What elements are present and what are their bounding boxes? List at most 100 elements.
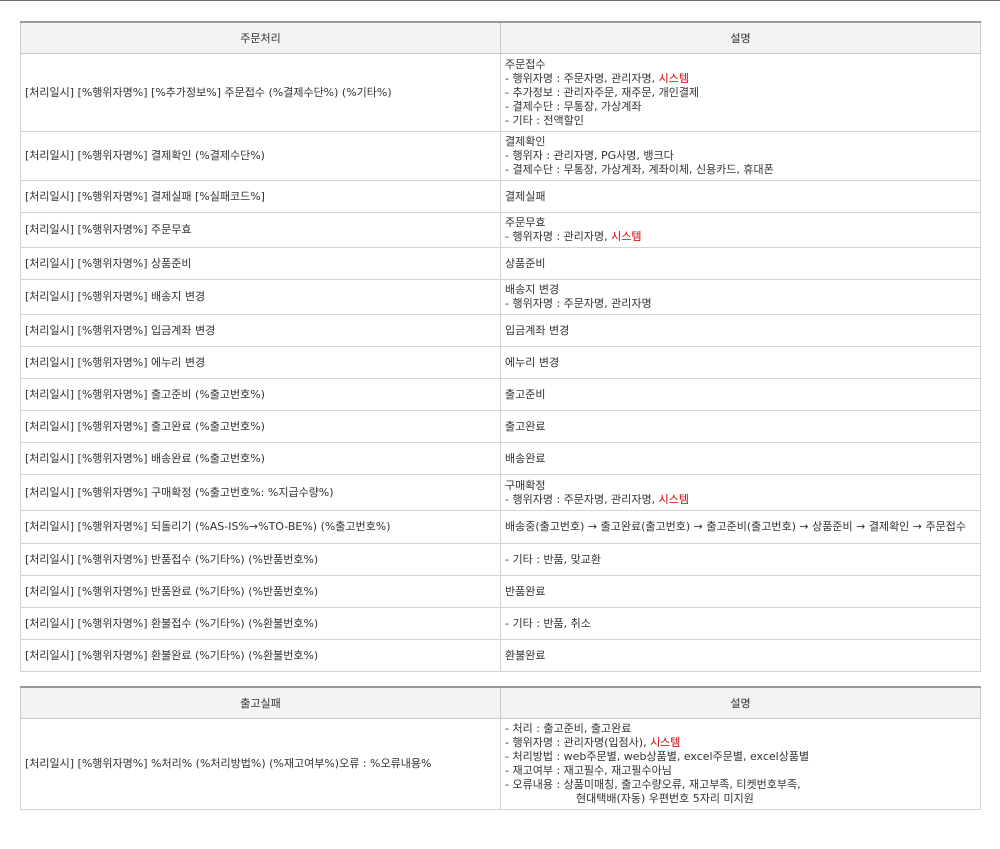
description-line: 출고완료 [505, 420, 976, 434]
description-text: - 결제수단 : 무통장, 가상계좌 [505, 99, 642, 113]
table-row: [처리일시] [%행위자명%] 반품완료 (%기타%) (%반품번호%) 반품완료 [20, 575, 981, 608]
description-cell: 구매확정 - 행위자명 : 주문자명, 관리자명, 시스템 [500, 474, 981, 511]
table-row: [처리일시] [%행위자명%] 주문무효 주문무효 - 행위자명 : 관리자명, 시… [20, 212, 981, 248]
description-text: - 추가정보 : 관리자주문, 재주문, 개인결제 [505, 85, 700, 99]
format-cell: [처리일시] [%행위자명%] 결제실패 [%실패코드%] [20, 180, 501, 213]
header-order-process: 주문처리 [20, 21, 501, 54]
table-row: [처리일시] [%행위자명%] 결제실패 [%실패코드%] 결제실패 [20, 180, 981, 213]
description-line: - 재고여부 : 재고필수, 재고필수아님 [505, 764, 976, 778]
shipping-failure-table: 출고실패 설명 [처리일시] [%행위자명%] %처리% (%처리방법%) (%… [20, 686, 981, 810]
description-cell: 주문접수 - 행위자명 : 주문자명, 관리자명, 시스템 - 추가정보 : 관리자… [500, 53, 981, 132]
order-process-table: 주문처리 설명 [처리일시] [%행위자명%] [%추가정보%] 주문접수 (%… [20, 21, 981, 672]
description-text: 입금계좌 변경 [505, 323, 570, 337]
table-header-row: 출고실패 설명 [20, 686, 981, 719]
format-cell: [처리일시] [%행위자명%] 주문무효 [20, 212, 501, 248]
description-line: 배송완료 [505, 452, 976, 466]
description-line: - 행위자명 : 주문자명, 관리자명 [505, 297, 976, 311]
description-line: 주문무효 [505, 216, 976, 230]
description-line: - 행위자 : 관리자명, PG사명, 뱅크다 [505, 149, 976, 163]
description-text: 배송중(출고번호) → 출고완료(출고번호) → 출고준비(출고번호) → 상품… [505, 520, 966, 533]
description-text: - 행위자명 : 주문자명, 관리자명 [505, 297, 652, 310]
description-cell: - 기타 : 반품, 취소 [500, 607, 981, 640]
description-text: - 기타 : 반품, 맞교환 [505, 552, 601, 566]
description-line: 주문접수 [505, 58, 976, 72]
description-line: 환불완료 [505, 649, 976, 663]
description-cell: 환불완료 [500, 639, 981, 672]
description-text: - 기타 : 반품, 취소 [505, 616, 591, 630]
description-line: - 처리방법 : web주문별, web상품별, excel주문별, excel… [505, 750, 976, 764]
description-text: - 행위자 : 관리자명, PG사명, 뱅크다 [505, 149, 674, 162]
format-cell: [처리일시] [%행위자명%] 배송지 변경 [20, 279, 501, 315]
description-cell: 출고완료 [500, 410, 981, 443]
format-cell: [처리일시] [%행위자명%] 환불접수 (%기타%) (%환불번호%) [20, 607, 501, 640]
table-row: [처리일시] [%행위자명%] 환불접수 (%기타%) (%환불번호%) - 기타… [20, 607, 981, 640]
description-line: 상품준비 [505, 257, 976, 271]
format-cell: [처리일시] [%행위자명%] 상품준비 [20, 247, 501, 280]
description-text: 배송완료 [505, 451, 546, 465]
description-line: - 추가정보 : 관리자주문, 재주문, 개인결제 [505, 86, 976, 100]
description-text: - 처리방법 : web주문별, web상품별, excel주문별, excel… [505, 750, 810, 763]
description-cell: 출고준비 [500, 378, 981, 411]
table-row: [처리일시] [%행위자명%] 반품접수 (%기타%) (%반품번호%) - 기타… [20, 543, 981, 576]
description-text: 결제확인 [505, 135, 546, 148]
description-text: - 재고여부 : 재고필수, 재고필수아님 [505, 764, 672, 777]
description-line: - 처리 : 출고준비, 출고완료 [505, 722, 976, 736]
system-highlight: 시스템 [650, 736, 681, 749]
format-cell: [처리일시] [%행위자명%] %처리% (%처리방법%) (%재고여부%)오류… [20, 718, 501, 810]
description-cell: 주문무효 - 행위자명 : 관리자명, 시스템 [500, 212, 981, 248]
system-highlight: 시스템 [658, 71, 689, 85]
format-cell: [처리일시] [%행위자명%] 에누리 변경 [20, 346, 501, 379]
description-cell: 결제확인 - 행위자 : 관리자명, PG사명, 뱅크다 - 결제수단 : 무통장,… [500, 131, 981, 181]
table-row: [처리일시] [%행위자명%] 상품준비 상품준비 [20, 247, 981, 280]
description-cell: 입금계좌 변경 [500, 314, 981, 347]
description-line: - 결제수단 : 무통장, 가상계좌 [505, 100, 976, 114]
table-row: [처리일시] [%행위자명%] %처리% (%처리방법%) (%재고여부%)오류… [20, 718, 981, 810]
description-text: 주문접수 [505, 57, 546, 71]
description-cell: - 기타 : 반품, 맞교환 [500, 543, 981, 576]
table-row: [처리일시] [%행위자명%] 출고준비 (%출고번호%) 출고준비 [20, 378, 981, 411]
description-line: 배송지 변경 [505, 283, 976, 297]
table-row: [처리일시] [%행위자명%] 입금계좌 변경 입금계좌 변경 [20, 314, 981, 347]
description-line: - 기타 : 반품, 맞교환 [505, 553, 976, 567]
system-highlight: 시스템 [658, 492, 689, 506]
description-line: 배송중(출고번호) → 출고완료(출고번호) → 출고준비(출고번호) → 상품… [505, 520, 976, 534]
description-text: 반품완료 [505, 584, 546, 598]
description-line: - 오류내용 : 상품미매칭, 출고수량오류, 재고부족, 티켓번호부족, [505, 778, 976, 792]
description-text: 출고완료 [505, 419, 546, 433]
description-text: 결제실패 [505, 189, 546, 203]
format-cell: [처리일시] [%행위자명%] 출고완료 (%출고번호%) [20, 410, 501, 443]
description-text: - 행위자명 : 주문자명, 관리자명, [505, 492, 659, 506]
description-text: 출고준비 [505, 387, 546, 401]
description-line: 입금계좌 변경 [505, 324, 976, 338]
description-line: - 행위자명 : 주문자명, 관리자명, 시스템 [505, 72, 976, 86]
description-text: 현대택배(자동) 우편번호 5자리 미지원 [576, 792, 754, 805]
description-line: 현대택배(자동) 우편번호 5자리 미지원 [505, 792, 976, 806]
description-line: - 행위자명 : 주문자명, 관리자명, 시스템 [505, 493, 976, 507]
description-cell: 반품완료 [500, 575, 981, 608]
format-cell: [처리일시] [%행위자명%] 되돌리기 (%AS-IS%→%TO-BE%) (… [20, 510, 501, 544]
description-line: - 행위자명 : 관리자명(입점사), 시스템 [505, 736, 976, 750]
description-cell: 배송중(출고번호) → 출고완료(출고번호) → 출고준비(출고번호) → 상품… [500, 510, 981, 544]
top-divider [0, 0, 1000, 1]
table-header-row: 주문처리 설명 [20, 21, 981, 54]
description-line: - 기타 : 전액할인 [505, 114, 976, 128]
description-text: 구매확정 [505, 478, 546, 492]
description-line: 에누리 변경 [505, 356, 976, 370]
table-row: [처리일시] [%행위자명%] 구매확정 (%출고번호%: %지급수량%) 구매확… [20, 474, 981, 511]
description-cell: 상품준비 [500, 247, 981, 280]
description-line: 반품완료 [505, 585, 976, 599]
format-cell: [처리일시] [%행위자명%] 출고준비 (%출고번호%) [20, 378, 501, 411]
table-row: [처리일시] [%행위자명%] 되돌리기 (%AS-IS%→%TO-BE%) (… [20, 510, 981, 544]
description-text: - 오류내용 : 상품미매칭, 출고수량오류, 재고부족, 티켓번호부족, [505, 778, 801, 791]
header-description: 설명 [500, 686, 981, 719]
system-highlight: 시스템 [611, 230, 642, 243]
header-shipping-failure: 출고실패 [20, 686, 501, 719]
table-row: [처리일시] [%행위자명%] 출고완료 (%출고번호%) 출고완료 [20, 410, 981, 443]
description-text: 상품준비 [505, 256, 546, 270]
description-line: 결제확인 [505, 135, 976, 149]
description-text: 에누리 변경 [505, 355, 560, 369]
format-cell: [처리일시] [%행위자명%] [%추가정보%] 주문접수 (%결제수단%) (… [20, 53, 501, 132]
description-line: - 기타 : 반품, 취소 [505, 617, 976, 631]
description-cell: 에누리 변경 [500, 346, 981, 379]
table-row: [처리일시] [%행위자명%] 에누리 변경 에누리 변경 [20, 346, 981, 379]
